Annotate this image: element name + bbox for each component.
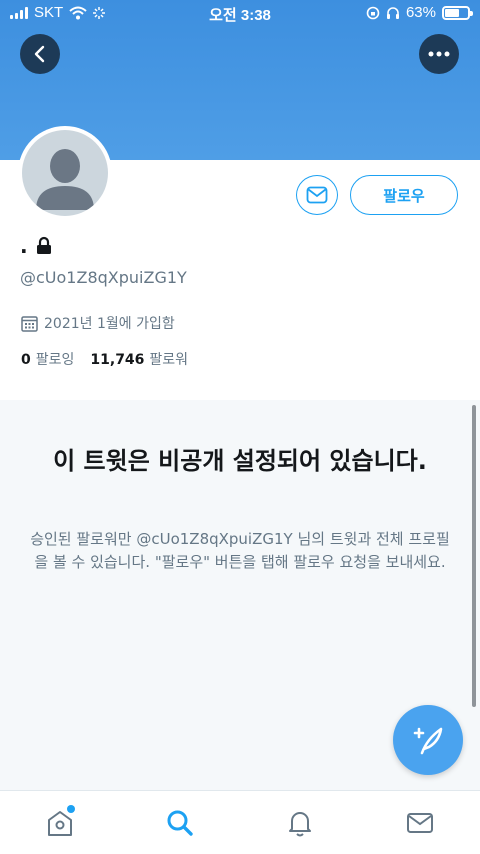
avatar[interactable]: [18, 126, 112, 220]
status-right: 63%: [366, 4, 473, 21]
following-count: 0: [21, 352, 31, 368]
tab-home[interactable]: [40, 805, 80, 841]
mail-icon: [407, 813, 433, 833]
display-name-row: .: [20, 234, 54, 258]
new-content-dot: [67, 805, 75, 813]
ellipsis-icon: [428, 51, 450, 57]
following-label: 팔로잉: [35, 352, 75, 368]
lock-icon: [36, 236, 51, 254]
default-avatar-icon: [22, 130, 108, 216]
followers-link[interactable]: 11,746 팔로워: [90, 349, 188, 369]
battery-percent: 63%: [405, 4, 436, 21]
followers-label: 팔로워: [149, 352, 189, 368]
calendar-icon: [21, 315, 38, 332]
profile-handle: @cUo1Z8qXpuiZG1Y: [20, 268, 187, 287]
more-options-button[interactable]: [419, 34, 459, 74]
search-icon: [167, 810, 193, 836]
tab-notifications[interactable]: [280, 805, 320, 841]
followers-count: 11,746: [90, 352, 145, 368]
follow-counts: 0 팔로잉 11,746 팔로워: [21, 349, 188, 369]
following-link[interactable]: 0 팔로잉: [21, 349, 74, 369]
joined-label: 2021년 1월에 가입함: [44, 316, 175, 332]
status-bar: SKT 오전 3:38 63%: [0, 0, 480, 28]
joined-date: 2021년 1월에 가입함: [21, 313, 175, 333]
compose-tweet-button[interactable]: [393, 705, 463, 775]
compose-tweet-icon: [413, 727, 443, 755]
tab-search[interactable]: [160, 805, 200, 841]
back-button[interactable]: [20, 34, 60, 74]
chevron-left-icon: [34, 45, 45, 63]
bell-icon: [289, 812, 311, 837]
display-name: .: [20, 234, 28, 258]
follow-button[interactable]: 팔로우: [350, 175, 458, 215]
scrollbar[interactable]: [472, 405, 476, 707]
headphones-icon: [386, 6, 399, 19]
profile-screen: SKT 오전 3:38 63% 팔로우 . @cUo1Z8qXpuiZG1Y 2…: [0, 0, 480, 854]
bottom-tab-bar: [0, 790, 480, 854]
rotation-lock-icon: [366, 6, 380, 19]
private-notice-title: 이 트윗은 비공개 설정되어 있습니다.: [53, 447, 427, 475]
message-button[interactable]: [296, 175, 338, 215]
tab-messages[interactable]: [400, 805, 440, 841]
envelope-icon: [306, 186, 328, 204]
battery-icon: [442, 5, 473, 20]
private-notice-description: 승인된 팔로워만 @cUo1Z8qXpuiZG1Y 님의 트윗과 전체 프로필을…: [30, 530, 450, 571]
